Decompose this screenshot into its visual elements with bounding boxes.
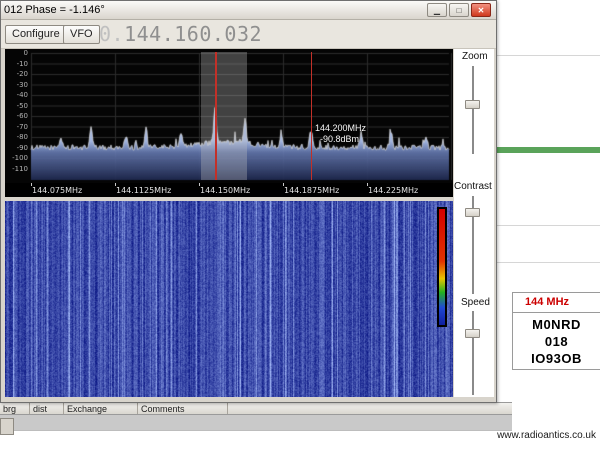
contrast-label: Contrast [454, 181, 492, 192]
speed-slider-thumb[interactable] [465, 329, 480, 338]
waterfall-panel [5, 201, 453, 397]
waterfall-canvas[interactable] [5, 201, 453, 397]
speed-slider[interactable] [465, 311, 482, 395]
freq-label: 144.1125MHz [116, 186, 172, 195]
speed-slider-track [472, 311, 474, 395]
log-table-header: brg dist Exchange Comments [0, 402, 512, 415]
logger-divider [497, 262, 600, 263]
spectrum-panel: 0 -10 -20 -30 -40 -50 -60 -70 -80 -90 -1… [5, 49, 453, 183]
db-label: 0 [23, 49, 28, 57]
column-header-comments: Comments [138, 403, 228, 414]
locator-text: IO93OB [531, 351, 582, 366]
screen: 144 MHz M0NRD 018 IO93OB brg dist Exchan… [0, 0, 600, 450]
db-label: -110 [12, 165, 28, 173]
zoom-label: Zoom [462, 51, 488, 62]
db-label: -80 [16, 133, 28, 141]
cursor-marker [311, 52, 312, 180]
logger-divider [489, 55, 600, 56]
db-label: -60 [16, 112, 28, 120]
frequency-scale: 144.075MHz 144.1125MHz 144.150MHz 144.18… [5, 183, 453, 197]
signal-meter-bar [489, 147, 600, 153]
website-text: www.radioantics.co.uk [497, 430, 596, 441]
frequency-display[interactable]: 0.144.160.032 [99, 22, 262, 46]
zoom-slider[interactable] [465, 66, 482, 154]
maximize-button[interactable]: □ [449, 3, 469, 17]
sdr-window: 012 Phase = -1.146° ▁ □ ✕ Configure VFO … [0, 0, 497, 403]
freq-label: 144.1875MHz [284, 186, 340, 195]
control-strip: Zoom Contrast Speed [454, 49, 494, 397]
contrast-slider[interactable] [465, 196, 482, 294]
cursor-frequency-text: 144.200MHz [315, 123, 367, 133]
column-header-dist: dist [30, 403, 64, 414]
waterfall-color-legend [437, 207, 447, 327]
titlebar[interactable]: 012 Phase = -1.146° ▁ □ ✕ [1, 1, 496, 20]
frequency-prefix: 0. [99, 22, 125, 46]
serial-text: 018 [544, 334, 569, 349]
window-title: 012 Phase = -1.146° [4, 4, 105, 16]
main-area: 0 -10 -20 -30 -40 -50 -60 -70 -80 -90 -1… [5, 49, 494, 397]
speed-label: Speed [461, 297, 490, 308]
frequency-value: 144.160.032 [124, 22, 263, 46]
configure-button[interactable]: Configure [5, 25, 67, 44]
db-label: -100 [12, 154, 28, 162]
db-label: -90 [16, 144, 28, 152]
display-column: 0 -10 -20 -30 -40 -50 -60 -70 -80 -90 -1… [5, 49, 453, 397]
exchange-panel: M0NRD 018 IO93OB [512, 313, 600, 370]
vfo-marker[interactable] [215, 52, 217, 180]
window-buttons: ▁ □ ✕ [427, 3, 491, 17]
db-label: -20 [16, 70, 28, 78]
db-label: -10 [16, 60, 28, 68]
log-table-row [0, 415, 512, 431]
column-header-spacer [228, 403, 512, 414]
db-label: -30 [16, 81, 28, 89]
db-label: -40 [16, 91, 28, 99]
zoom-slider-track [472, 66, 474, 154]
cursor-level-text: -90.8dBm [320, 134, 360, 144]
freq-label: 144.150MHz [200, 186, 251, 195]
column-header-exchange: Exchange [64, 403, 138, 414]
band-panel: 144 MHz [512, 292, 600, 313]
column-header-brg: brg [0, 403, 30, 414]
log-corner-button[interactable] [0, 418, 14, 435]
db-label: -50 [16, 102, 28, 110]
toolbar: Configure VFO 0.144.160.032 [1, 20, 496, 49]
callsign-text: M0NRD [532, 317, 581, 332]
band-label: 144 MHz [525, 296, 570, 308]
minimize-button[interactable]: ▁ [427, 3, 447, 17]
freq-label: 144.075MHz [32, 186, 83, 195]
freq-label: 144.225MHz [368, 186, 419, 195]
contrast-slider-thumb[interactable] [465, 208, 480, 217]
cursor-readout: 144.200MHz -90.8dBm [315, 123, 366, 145]
close-button[interactable]: ✕ [471, 3, 491, 17]
logger-divider [497, 225, 600, 226]
zoom-slider-thumb[interactable] [465, 100, 480, 109]
passband-region[interactable] [201, 52, 247, 180]
vfo-button[interactable]: VFO [63, 25, 100, 44]
db-label: -70 [16, 123, 28, 131]
